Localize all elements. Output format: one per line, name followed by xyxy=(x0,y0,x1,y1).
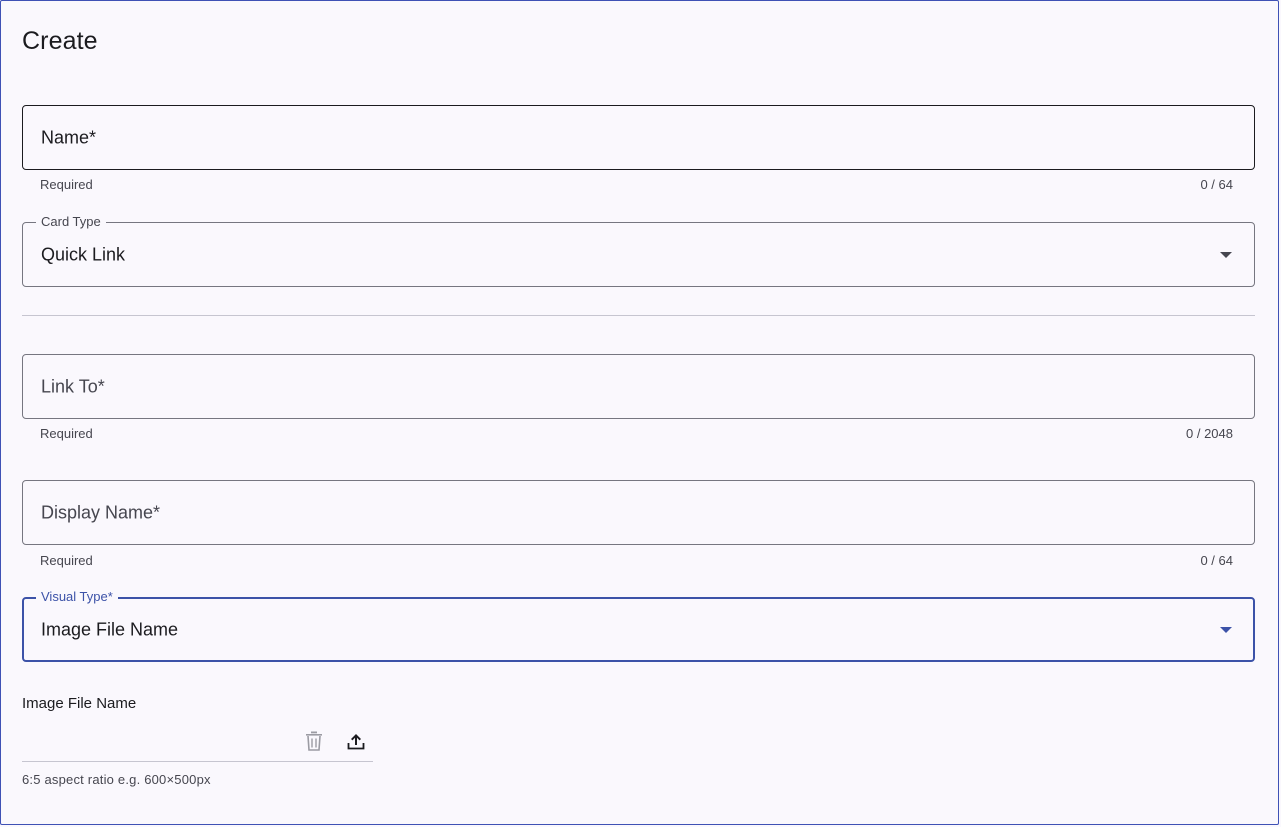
name-field[interactable]: Name* xyxy=(22,105,1255,170)
display-name-field-label: Display Name* xyxy=(41,502,161,522)
name-field-label: Name* xyxy=(41,127,97,147)
name-hint: Required xyxy=(40,177,93,192)
upload-icon[interactable] xyxy=(342,727,370,755)
display-name-counter: 0 / 64 xyxy=(1200,553,1233,568)
visual-type-select[interactable]: Visual Type* Image File Name xyxy=(22,589,1255,662)
section-divider xyxy=(22,315,1255,316)
name-counter: 0 / 64 xyxy=(1200,177,1233,192)
card-type-select[interactable]: Card Type Quick Link xyxy=(22,214,1255,287)
display-name-hint: Required xyxy=(40,553,93,568)
card-type-value: Quick Link xyxy=(41,244,126,264)
link-to-field-label: Link To* xyxy=(41,376,105,396)
page-title: Create xyxy=(22,27,98,55)
display-name-field[interactable]: Display Name* xyxy=(22,480,1255,545)
link-to-field[interactable]: Link To* xyxy=(22,354,1255,419)
visual-type-value: Image File Name xyxy=(41,619,179,639)
image-upload-label: Image File Name xyxy=(22,695,137,712)
link-to-hint: Required xyxy=(40,426,93,441)
create-dialog: Create Name* Required 0 / 64 Card Type Q… xyxy=(0,0,1279,825)
link-to-counter: 0 / 2048 xyxy=(1186,426,1233,441)
card-type-label: Card Type xyxy=(36,214,106,230)
visual-type-label: Visual Type* xyxy=(36,589,118,605)
chevron-down-icon xyxy=(1220,251,1232,258)
image-upload-row[interactable] xyxy=(22,725,373,762)
trash-icon[interactable] xyxy=(300,727,328,755)
image-upload-note: 6:5 aspect ratio e.g. 600×500px xyxy=(22,772,211,787)
chevron-down-icon xyxy=(1220,626,1232,633)
